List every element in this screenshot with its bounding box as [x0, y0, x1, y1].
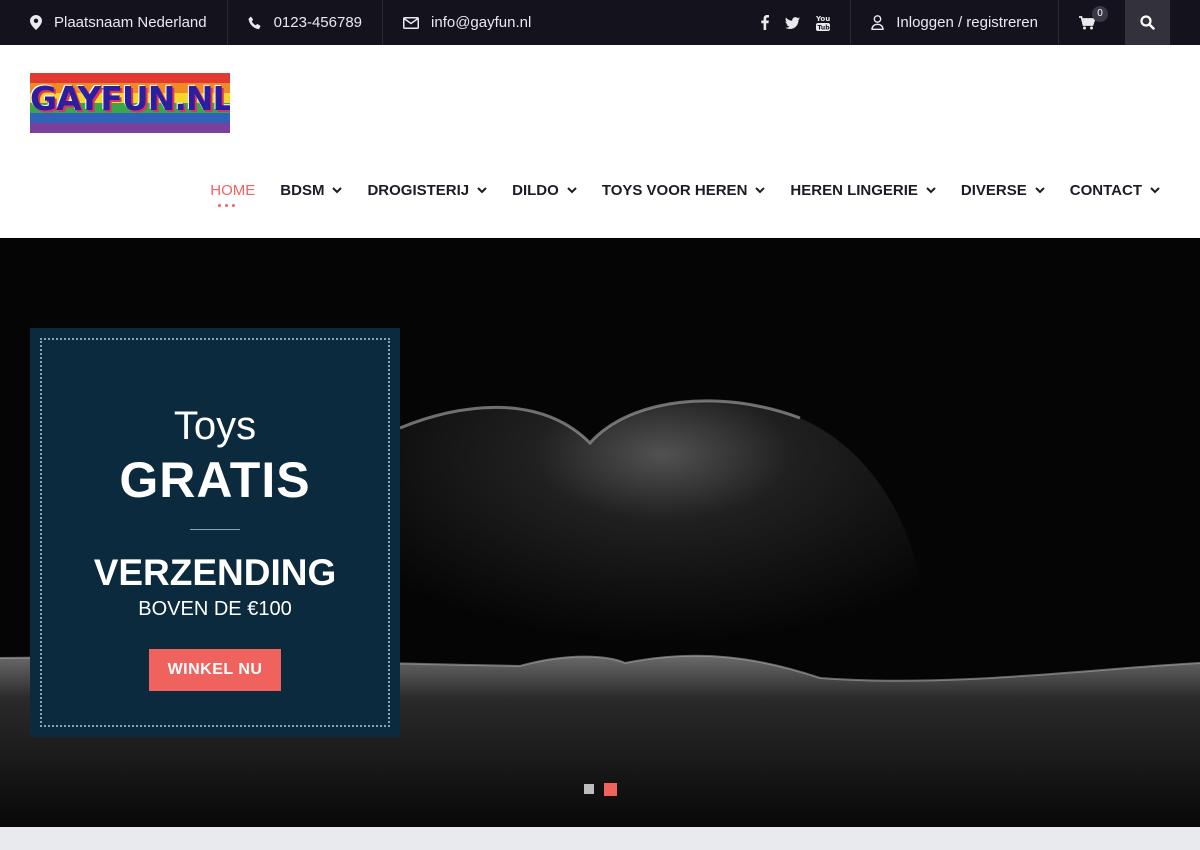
chevron-down-icon	[477, 186, 487, 194]
nav-item-dildo[interactable]: DILDO	[487, 178, 577, 202]
email-text: info@gayfun.nl	[431, 14, 532, 31]
slide-dot-2[interactable]	[604, 783, 617, 796]
promo-pretitle: Toys	[173, 404, 257, 448]
hero-slider: Toys GRATIS VERZENDING BOVEN DE €100 WIN…	[0, 238, 1200, 827]
active-indicator	[218, 204, 236, 207]
facebook-icon[interactable]	[761, 15, 770, 30]
nav-item-bdsm[interactable]: BDSM	[255, 178, 343, 202]
slide-dot-1[interactable]	[584, 784, 594, 794]
nav-label: DIVERSE	[960, 181, 1027, 199]
twitter-icon[interactable]	[785, 16, 801, 29]
chevron-down-icon	[1035, 186, 1045, 194]
email-info[interactable]: info@gayfun.nl	[383, 0, 551, 45]
search-button[interactable]	[1125, 0, 1170, 45]
promo-subtitle-2: BOVEN DE €100	[138, 598, 292, 620]
nav-label: HOME	[210, 181, 256, 199]
nav-item-contact[interactable]: CONTACT	[1045, 178, 1160, 202]
phone-info[interactable]: 0123-456789	[228, 0, 384, 45]
nav-item-heren-lingerie[interactable]: HEREN LINGERIE	[765, 178, 936, 202]
phone-text: 0123-456789	[273, 14, 363, 31]
slider-pagination	[584, 783, 617, 796]
site-logo[interactable]: GAYFUN.NL	[30, 73, 230, 133]
chevron-down-icon	[755, 186, 766, 194]
user-icon	[871, 15, 884, 30]
youtube-icon[interactable]: YouTube	[816, 15, 831, 31]
nav-label: DILDO	[512, 181, 559, 199]
search-icon	[1140, 15, 1155, 30]
main-nav: HOME BDSM DROGISTERIJ DILDO TOYS VOOR HE…	[185, 178, 1160, 207]
promo-subtitle: VERZENDING	[93, 552, 337, 593]
nav-label: HEREN LINGERIE	[790, 181, 918, 199]
chevron-down-icon	[332, 186, 343, 194]
cart-button[interactable]: 0	[1059, 0, 1125, 45]
nav-item-toys-voor-heren[interactable]: TOYS VOOR HEREN	[577, 178, 766, 202]
map-pin-icon	[30, 15, 42, 30]
chevron-down-icon	[926, 186, 936, 194]
login-text: Inloggen / registreren	[896, 14, 1038, 31]
location-text: Plaatsnaam Nederland	[54, 14, 207, 31]
phone-icon	[248, 16, 262, 30]
promo-title: GRATIS	[119, 452, 311, 508]
nav-item-diverse[interactable]: DIVERSE	[936, 178, 1045, 202]
promo-frame: Toys GRATIS VERZENDING BOVEN DE €100 WIN…	[40, 338, 390, 727]
nav-item-drogisterij[interactable]: DROGISTERIJ	[342, 178, 487, 202]
svg-text:You: You	[816, 15, 830, 23]
page-bottom-strip	[0, 827, 1200, 850]
nav-label: DROGISTERIJ	[367, 181, 470, 199]
chevron-down-icon	[567, 186, 577, 194]
nav-item-home[interactable]: HOME	[185, 178, 256, 207]
logo-text: GAYFUN.NL	[30, 79, 230, 118]
nav-label: TOYS VOOR HEREN	[601, 181, 748, 199]
login-link[interactable]: Inloggen / registreren	[851, 0, 1059, 45]
shop-now-button[interactable]: WINKEL NU	[148, 649, 282, 691]
chevron-down-icon	[1150, 186, 1160, 194]
promo-box: Toys GRATIS VERZENDING BOVEN DE €100 WIN…	[30, 328, 400, 737]
social-links: YouTube	[741, 0, 852, 45]
site-header: GAYFUN.NL HOME BDSM DROGISTERIJ DILDO TO…	[0, 45, 1200, 238]
nav-label: BDSM	[280, 181, 325, 199]
top-bar: Plaatsnaam Nederland 0123-456789 info@ga…	[0, 0, 1200, 45]
cart-count-badge: 0	[1092, 6, 1108, 22]
location-info: Plaatsnaam Nederland	[0, 0, 228, 45]
svg-text:Tube: Tube	[818, 24, 831, 31]
nav-label: CONTACT	[1069, 181, 1142, 199]
promo-divider	[190, 529, 240, 530]
envelope-icon	[403, 16, 420, 29]
